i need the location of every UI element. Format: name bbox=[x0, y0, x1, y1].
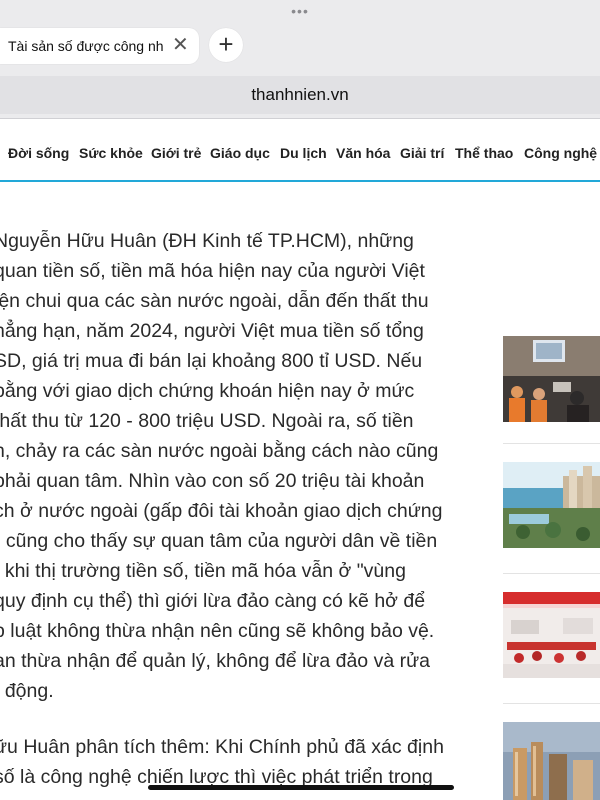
home-indicator[interactable] bbox=[148, 785, 454, 790]
new-tab-button[interactable]: + bbox=[209, 28, 243, 62]
article-paragraph-1: Nguyễn Hữu Huân (ĐH Kinh tế TP.HCM), nhữ… bbox=[0, 226, 442, 706]
nav-item-cong-nghe[interactable]: Công nghệ bbox=[524, 145, 597, 161]
text-line: ch ở nước ngoài (gấp đôi tài khoản giao … bbox=[0, 500, 443, 522]
text-line: , khi thị trường tiền số, tiền mã hóa vẫ… bbox=[0, 560, 406, 582]
nav-item-suc-khoe[interactable]: Sức khỏe bbox=[79, 145, 143, 161]
nav-item-du-lich[interactable]: Du lịch bbox=[280, 145, 327, 161]
nav-item-giao-duc[interactable]: Giáo dục bbox=[210, 145, 270, 161]
text-line: p luật không thừa nhận nên cũng sẽ không… bbox=[0, 620, 435, 642]
article-body: Nguyễn Hữu Huân (ĐH Kinh tế TP.HCM), nhữ… bbox=[0, 182, 490, 800]
window-drag-handle[interactable]: ••• bbox=[0, 4, 600, 18]
tab-title: Tài sản số được công nh bbox=[8, 38, 164, 54]
nav-item-the-thao[interactable]: Thể thao bbox=[455, 145, 513, 161]
text-line: t động. bbox=[0, 680, 54, 702]
article-paragraph-2: ữu Huân phân tích thêm: Khi Chính phủ đã… bbox=[0, 732, 444, 792]
related-thumbnail-conference[interactable] bbox=[503, 336, 600, 422]
text-line: thất thu từ 120 - 800 triệu USD. Ngoài r… bbox=[0, 410, 414, 432]
text-line: ) cũng cho thấy sự quan tâm của người dâ… bbox=[0, 530, 438, 552]
close-tab-icon[interactable]: ✕ bbox=[172, 35, 189, 55]
sidebar-divider bbox=[503, 573, 600, 574]
nav-item-doi-song[interactable]: Đời sống bbox=[8, 145, 69, 161]
nav-item-giai-tri[interactable]: Giải trí bbox=[400, 145, 444, 161]
related-thumbnail-skyline[interactable] bbox=[503, 722, 600, 800]
text-line: an thừa nhận để quản lý, không để lừa đả… bbox=[0, 650, 430, 672]
text-line: Nguyễn Hữu Huân (ĐH Kinh tế TP.HCM), nhữ… bbox=[0, 230, 414, 252]
nav-item-van-hoa[interactable]: Văn hóa bbox=[336, 145, 390, 161]
address-bar[interactable]: thanhnien.vn bbox=[0, 76, 600, 114]
text-line: SD, giá trị mua đi bán lại khoảng 800 tỉ… bbox=[0, 350, 423, 372]
sidebar-divider bbox=[503, 443, 600, 444]
text-line: hẳng hạn, năm 2024, người Việt mua tiền … bbox=[0, 320, 424, 342]
related-thumbnail-bank-office[interactable] bbox=[503, 592, 600, 678]
browser-tab-active[interactable]: Tài sản số được công nh ✕ bbox=[0, 28, 199, 64]
browser-chrome: ••• Tài sản số được công nh ✕ + thanhnie… bbox=[0, 0, 600, 118]
nav-item-gioi-tre[interactable]: Giới trẻ bbox=[151, 145, 201, 161]
text-line: n, chảy ra các sàn nước ngoài bằng cách … bbox=[0, 440, 439, 462]
url-text: thanhnien.vn bbox=[251, 85, 349, 104]
site-nav: Đời sống Sức khỏe Giới trẻ Giáo dục Du l… bbox=[0, 119, 600, 181]
related-thumbnail-resort[interactable] bbox=[503, 462, 600, 548]
sidebar-divider bbox=[503, 703, 600, 704]
text-line: ữu Huân phân tích thêm: Khi Chính phủ đã… bbox=[0, 736, 444, 758]
text-line: phải quan tâm. Nhìn vào con số 20 triệu … bbox=[0, 470, 425, 492]
text-line: iện chui qua các sàn nước ngoài, dẫn đến… bbox=[0, 290, 429, 312]
text-line: bằng với giao dịch chứng khoán hiện nay … bbox=[0, 380, 415, 402]
text-line: quy định cụ thể) thì giới lừa đảo càng c… bbox=[0, 590, 426, 612]
text-line: quan tiền số, tiền mã hóa hiện nay của n… bbox=[0, 260, 425, 282]
